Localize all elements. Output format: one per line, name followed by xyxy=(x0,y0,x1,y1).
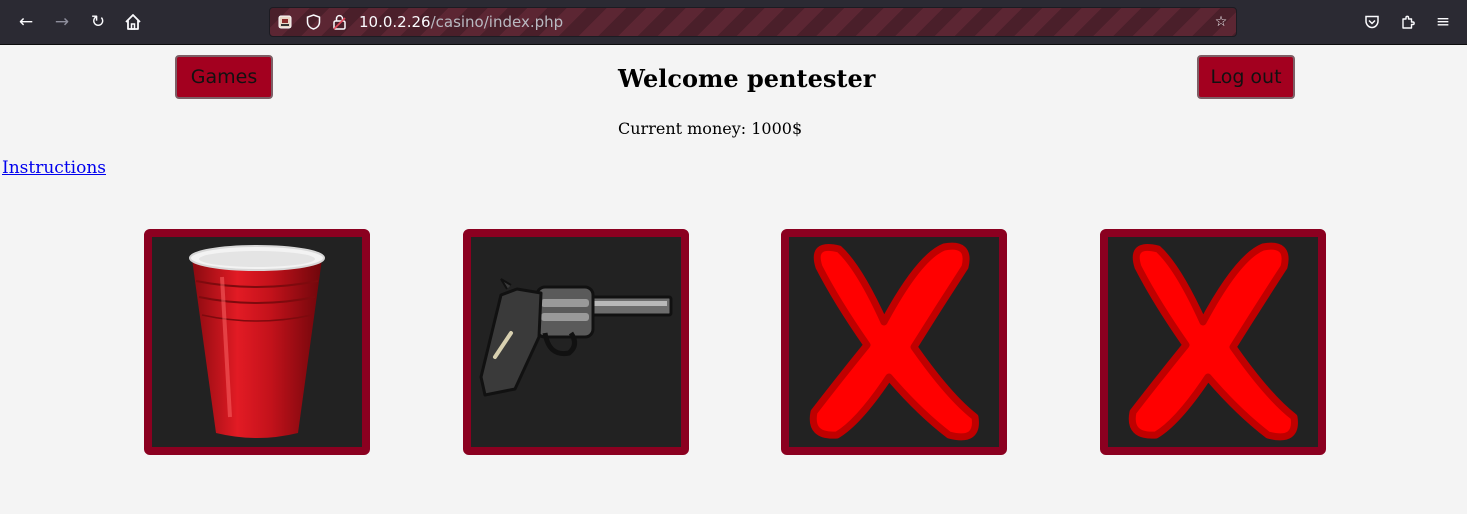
lock-icon[interactable] xyxy=(330,13,348,31)
red-cup-icon xyxy=(189,245,325,438)
pocket-icon[interactable] xyxy=(1361,11,1383,33)
logout-button[interactable]: Log out xyxy=(1197,55,1295,99)
back-icon[interactable]: ← xyxy=(15,11,37,33)
page-title: Welcome pentester xyxy=(618,64,876,93)
url-bar[interactable]: 10.0.2.26/casino/index.php ☆ xyxy=(269,7,1237,37)
url-text[interactable]: 10.0.2.26/casino/index.php xyxy=(359,13,563,31)
url-host: 10.0.2.26 xyxy=(359,13,431,31)
red-x-icon xyxy=(1128,242,1298,441)
url-path: /casino/index.php xyxy=(430,13,564,31)
page-icon[interactable] xyxy=(276,13,294,31)
menu-icon[interactable]: ≡ xyxy=(1432,11,1454,33)
forward-icon[interactable]: → xyxy=(51,11,73,33)
extensions-icon[interactable] xyxy=(1397,11,1419,33)
reload-icon[interactable]: ↻ xyxy=(87,11,109,33)
card-x-2[interactable] xyxy=(1100,229,1326,455)
shield-icon[interactable] xyxy=(304,13,322,31)
current-money: Current money: 1000$ xyxy=(618,119,803,138)
card-revolver[interactable] xyxy=(463,229,689,455)
home-icon[interactable] xyxy=(122,11,144,33)
card-cup[interactable] xyxy=(144,229,370,455)
card-x-1[interactable] xyxy=(781,229,1007,455)
instructions-link[interactable]: Instructions xyxy=(2,158,106,178)
red-x-icon xyxy=(809,242,979,441)
games-button[interactable]: Games xyxy=(175,55,273,99)
browser-toolbar: ← → ↻ 10.0.2.26/casino/index.php ☆ ≡ xyxy=(0,0,1467,45)
revolver-icon xyxy=(479,278,673,397)
bookmark-star-icon[interactable]: ☆ xyxy=(1212,13,1230,31)
